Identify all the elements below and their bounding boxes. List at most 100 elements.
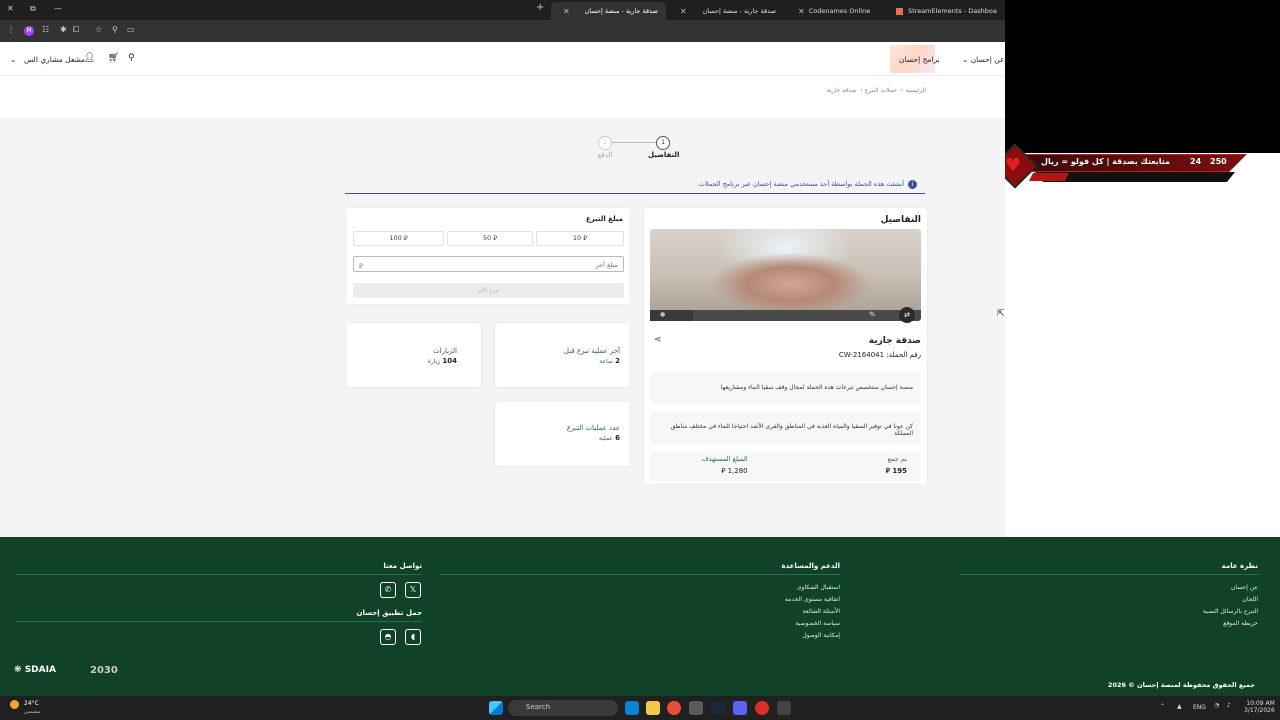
android-icon[interactable]: ◓: [380, 629, 396, 645]
language-indicator[interactable]: ENG: [1193, 704, 1206, 711]
extension-icon[interactable]: ☷: [42, 25, 49, 34]
other-amount-placeholder: مبلغ آخر: [595, 261, 618, 269]
obs-icon[interactable]: [755, 701, 769, 715]
chrome-active-icon[interactable]: [689, 701, 703, 715]
wifi-icon[interactable]: ◔: [1214, 702, 1219, 709]
windows-start-icon[interactable]: [489, 701, 503, 715]
visits-label: الزيارات: [433, 347, 457, 355]
footer-link[interactable]: إمكانية الوصول: [802, 632, 840, 639]
footer-divider: [960, 574, 1260, 575]
last-donation-card: آخر عملية تبرع قبل 2 ساعة: [494, 322, 631, 388]
site-footer: نظرة عامة عن إحسان اللجان التبرع بالرسائ…: [0, 537, 1280, 696]
campaign-number: رقم الحملة: CW-2164041: [839, 351, 921, 359]
tray-app-icon[interactable]: ▲: [1177, 703, 1182, 710]
restore-icon[interactable]: ⧉: [30, 4, 36, 14]
menu-dots-icon[interactable]: ⋮: [7, 25, 15, 34]
tab-3[interactable]: ✕ Codenames Online: [786, 2, 886, 20]
close-tab-icon[interactable]: ✕: [680, 7, 687, 16]
donation-count-unit: عملية: [598, 435, 613, 442]
footer-link[interactable]: خريطة الموقع: [1223, 620, 1258, 627]
donation-count-value: 6 عملية: [567, 434, 620, 442]
tab-2[interactable]: ✕ صدقة جارية - منصة إحسان: [668, 2, 784, 20]
tab-4[interactable]: StreamElements - Dashboard: [888, 2, 1005, 20]
nav-about[interactable]: ⌄ عن إحسان: [962, 55, 1004, 64]
footer-link[interactable]: استقبال الشكاوى: [797, 584, 840, 591]
app-icon[interactable]: [777, 701, 791, 715]
chrome-icon[interactable]: [667, 701, 681, 715]
visits-unit: زيارة: [427, 358, 441, 365]
footer-link[interactable]: التبرع بالرسائل النصية: [1203, 608, 1258, 615]
file-explorer-icon[interactable]: [646, 701, 660, 715]
zoom-icon[interactable]: ⚲: [112, 25, 118, 34]
vision-2030-logo: 2030: [90, 665, 118, 676]
breadcrumb-band: [0, 76, 1005, 118]
volume-icon[interactable]: ♪: [1227, 702, 1231, 709]
amount-value: 50: [482, 234, 492, 242]
nav-programs[interactable]: برامج إحسان: [899, 55, 940, 64]
windows-taskbar: 24°C مشمس Search ⌃ ▲ ENG ◔ ♪ 10:09 AM 3/1…: [0, 696, 1280, 720]
extensions-icon[interactable]: ⧠: [73, 25, 79, 35]
details-card: التفاصيل % ● ⇄ صدقة جارية ⋖ رقم الحملة: …: [643, 207, 928, 485]
tab-1[interactable]: ✕ صدقة جارية - منصة إحسان: [551, 2, 666, 20]
bookmark-star-icon[interactable]: ☆: [95, 25, 102, 34]
breadcrumb-campaigns[interactable]: حملات التبرع: [865, 87, 897, 94]
campaign-image: [650, 229, 921, 321]
x-twitter-icon[interactable]: 𝕏: [405, 582, 421, 598]
weather-icon: [10, 700, 19, 709]
profile-avatar[interactable]: M: [24, 26, 34, 36]
tab-label: صدقة جارية - منصة إحسان: [584, 7, 658, 15]
share-icon[interactable]: ⋖: [654, 335, 662, 345]
chevron-down-icon[interactable]: ⌄: [10, 55, 16, 64]
footer-divider: [15, 574, 422, 575]
weather-temp[interactable]: 24°C: [24, 700, 39, 707]
phone-icon[interactable]: ✆: [380, 582, 396, 598]
footer-link[interactable]: اللجان: [1242, 596, 1258, 603]
footer-overview-title: نظرة عامة: [1221, 562, 1258, 570]
sdaia-text: SDAIA: [24, 665, 56, 675]
donation-card: مبلغ التبرع 10 ⃁ 50 ⃁ 100 ⃁ مبلغ آخر ⃁ تب…: [345, 207, 631, 305]
discord-icon[interactable]: [733, 701, 747, 715]
amount-option-100[interactable]: 100 ⃁: [353, 231, 444, 246]
tray-chevron-icon[interactable]: ⌃: [1160, 703, 1165, 710]
last-donation-number: 2: [615, 357, 620, 365]
apple-icon[interactable]: ◖: [405, 629, 421, 645]
copilot-icon[interactable]: [625, 701, 639, 715]
overlay-text: متابعتك بصدقة | كل فولو = ريال: [1041, 157, 1171, 166]
amount-option-10[interactable]: 10 ⃁: [536, 231, 624, 246]
riyal-icon: ⃁: [403, 234, 408, 242]
share-dot-icon[interactable]: ⇄: [899, 307, 915, 323]
other-amount-input[interactable]: مبلغ آخر ⃁: [353, 256, 624, 272]
collected-stat: تم جمع 195 ⃁: [886, 455, 907, 475]
footer-link[interactable]: سياسة الخصوصية: [795, 620, 840, 627]
taskbar-search[interactable]: Search: [508, 700, 618, 716]
tab-label: StreamElements - Dashboard: [908, 7, 997, 15]
visits-value: 104 زيارة: [428, 357, 457, 365]
search-icon[interactable]: ⚲: [128, 53, 135, 63]
close-tab-icon[interactable]: ✕: [798, 7, 805, 16]
footer-app-title: حمل تطبيق إحسان: [356, 609, 422, 617]
donation-count-stat: عدد عمليات التبرع 6 عملية: [567, 424, 620, 442]
clock[interactable]: 10:09 AM 3/17/2026: [1244, 700, 1275, 714]
steam-icon[interactable]: [711, 701, 725, 715]
cart-icon[interactable]: 🛒︎: [108, 53, 119, 63]
footer-link[interactable]: اتفاقية مستوى الخدمة: [785, 596, 840, 603]
puzzle-icon[interactable]: ✱: [60, 25, 67, 34]
clock-time: 10:09 AM: [1246, 700, 1275, 707]
new-tab-icon[interactable]: +: [536, 2, 544, 13]
footer-link[interactable]: الأسئلة الشائعة: [803, 608, 841, 615]
minimize-icon[interactable]: —: [54, 4, 62, 13]
riyal-icon: ⃁: [583, 234, 588, 242]
visits-stat: الزيارات 104 زيارة: [428, 347, 457, 365]
details-title: التفاصيل: [880, 215, 921, 225]
amount-value: 100: [389, 234, 402, 242]
donate-now-button[interactable]: تبرع الآن: [353, 283, 624, 298]
breadcrumb-home[interactable]: الرئيسية: [905, 87, 926, 94]
overlay-progress: [1029, 173, 1069, 181]
cast-icon[interactable]: ▭: [127, 25, 135, 34]
heart-icon: ♥: [1005, 155, 1022, 176]
close-window-icon[interactable]: ✕: [7, 4, 14, 13]
close-tab-icon[interactable]: ✕: [563, 7, 570, 16]
amount-option-50[interactable]: 50 ⃁: [447, 231, 533, 246]
footer-link[interactable]: عن إحسان: [1231, 584, 1258, 591]
user-name[interactable]: مشعل مشاري الس...: [24, 55, 92, 64]
